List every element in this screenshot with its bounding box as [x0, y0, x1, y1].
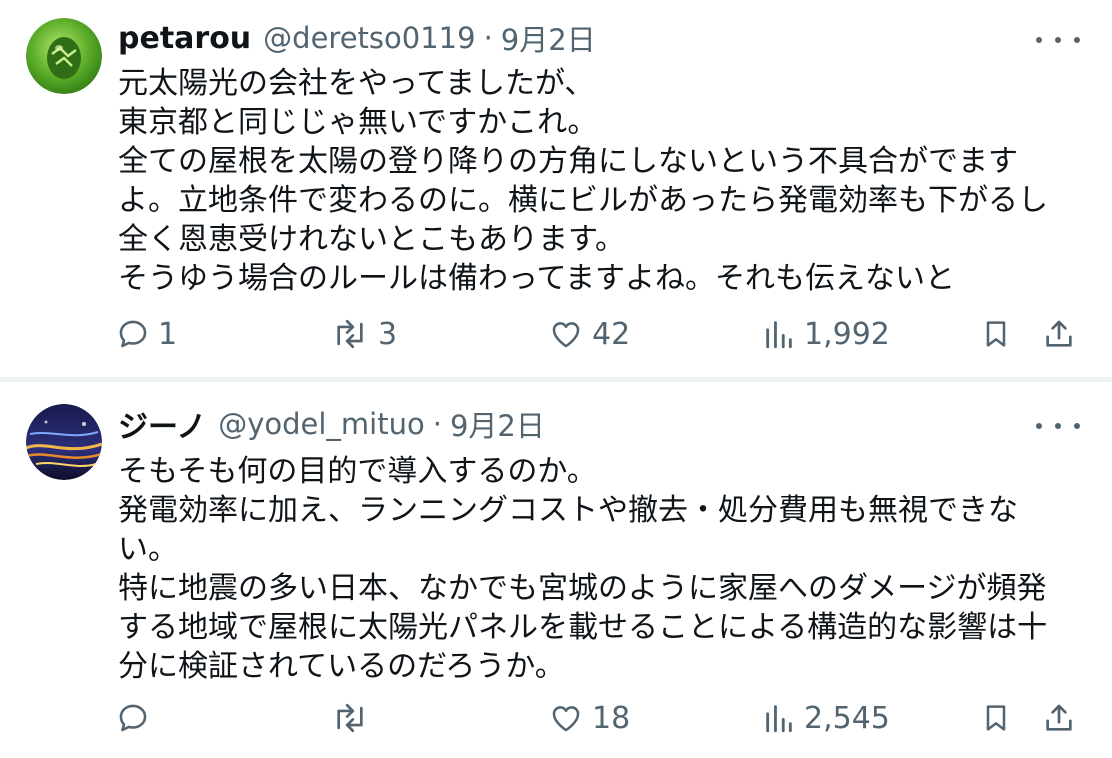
bookmark-icon: [986, 321, 1006, 347]
views-button[interactable]: 2,545: [762, 696, 890, 740]
share-icon: [1046, 320, 1072, 347]
tweet-text-line: そうゆう場合のルールは備わってますよね。それも伝えないと: [118, 261, 955, 296]
repost-button[interactable]: 3: [330, 312, 397, 356]
views-count: 2,545: [804, 700, 890, 736]
bookmark-button[interactable]: [980, 696, 1012, 740]
bookmark-button[interactable]: [980, 312, 1012, 356]
tweet-actions: 1 3 42 1,992: [0, 312, 1112, 356]
display-name[interactable]: ジーノ: [118, 402, 206, 446]
separator-dot: ·: [483, 21, 493, 55]
user-handle[interactable]: @yodel_mituo: [218, 407, 425, 441]
tweet-2-header: ジーノ @yodel_mituo · 9月2日: [118, 402, 545, 446]
tweet-1-header: petarou @deretso0119 · 9月2日: [118, 16, 596, 60]
views-button[interactable]: 1,992: [762, 312, 890, 356]
tweet-text-line: 全く恩恵受けれないとこもあります。: [118, 222, 625, 257]
reply-button[interactable]: 1: [116, 312, 177, 356]
like-count: 42: [592, 316, 631, 352]
views-chart-icon: [766, 705, 792, 733]
tweet-text-line: よ。立地条件で変わるのに。横にビルがあったら発電効率も下がるし: [118, 183, 1048, 218]
like-count: 18: [592, 700, 631, 736]
repost-icon: [337, 703, 363, 733]
tweet-text-line: 発電効率に加え、ランニングコストや撤去・処分費用も無視できな: [118, 493, 1018, 528]
tweet-text-line: そもそも何の目的で導入するのか。: [118, 454, 597, 489]
reply-button[interactable]: [116, 696, 158, 740]
night-highway-avatar-icon[interactable]: [26, 404, 102, 480]
repost-count: 3: [378, 316, 398, 352]
tweet-text: そもそも何の目的で導入するのか。 発電効率に加え、ランニングコストや撤去・処分費…: [118, 452, 1088, 686]
views-count: 1,992: [804, 316, 890, 352]
display-name[interactable]: petarou: [118, 21, 251, 56]
tweet-text-line: 東京都と同じじゃ無いですかこれ。: [118, 105, 598, 140]
share-button[interactable]: [1042, 312, 1076, 356]
tweet-text-line: 特に地震の多い日本、なかでも宮城のように家屋へのダメージが頻発: [118, 571, 1047, 606]
reply-count: 1: [158, 316, 178, 352]
more-options-icon[interactable]: [1036, 411, 1080, 441]
reply-icon: [119, 704, 147, 732]
user-handle[interactable]: @deretso0119: [263, 21, 475, 55]
share-button[interactable]: [1042, 696, 1076, 740]
tweet-text-line: する地域で屋根に太陽光パネルを載せることによる構造的な影響は十: [118, 610, 1048, 645]
separator-dot: ·: [432, 407, 442, 441]
tweet-date[interactable]: 9月2日: [501, 17, 596, 59]
views-chart-icon: [766, 321, 792, 349]
green-egg-avatar-icon[interactable]: [26, 18, 102, 94]
repost-icon: [337, 319, 363, 349]
tweet-text-line: 全ての屋根を太陽の登り降りの方角にしないという不具合がでます: [118, 144, 1018, 179]
bookmark-icon: [986, 705, 1006, 731]
like-button[interactable]: 42: [548, 312, 630, 356]
heart-icon: [552, 706, 580, 732]
tweet-date[interactable]: 9月2日: [450, 403, 545, 445]
tweet-text-line: 分に検証されているのだろうか。: [118, 649, 565, 684]
tweet-text-line: い。: [118, 532, 178, 567]
heart-icon: [552, 322, 580, 348]
share-icon: [1046, 704, 1072, 731]
reply-icon: [119, 320, 147, 348]
tweet-text-line: 元太陽光の会社をやってましたが、: [118, 66, 595, 101]
more-options-icon[interactable]: [1036, 25, 1080, 55]
repost-button[interactable]: [330, 696, 378, 740]
tweet-actions: 18 2,545: [0, 696, 1112, 740]
like-button[interactable]: 18: [548, 696, 630, 740]
tweet-text: 元太陽光の会社をやってましたが、 東京都と同じじゃ無いですかこれ。 全ての屋根を…: [118, 64, 1088, 298]
